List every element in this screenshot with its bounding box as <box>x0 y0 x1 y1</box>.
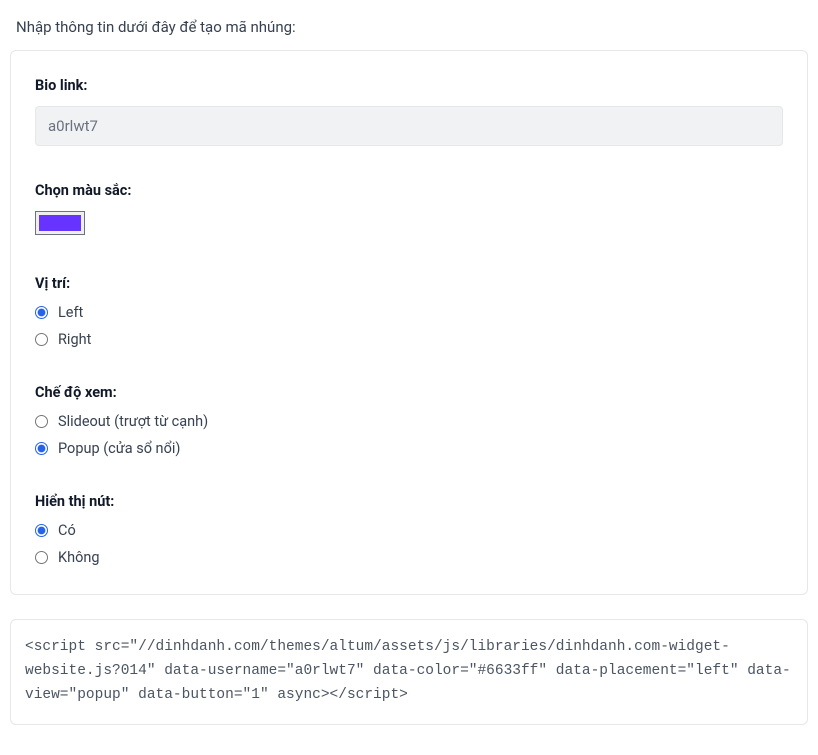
embed-code-output[interactable]: <script src="//dinhdanh.com/themes/altum… <box>10 619 808 725</box>
showbutton-group: Hiển thị nút: Có Không <box>35 493 783 566</box>
color-label: Chọn màu sắc: <box>35 182 783 199</box>
biolink-input[interactable] <box>35 106 783 146</box>
showbutton-no-radio[interactable] <box>35 551 48 564</box>
position-right-radio[interactable] <box>35 333 48 346</box>
viewmode-popup-radio[interactable] <box>35 442 48 455</box>
showbutton-label: Hiển thị nút: <box>35 493 783 510</box>
color-picker[interactable] <box>35 211 85 235</box>
viewmode-slideout-label[interactable]: Slideout (trượt từ cạnh) <box>58 413 208 430</box>
viewmode-popup-label[interactable]: Popup (cửa sổ nổi) <box>58 440 180 457</box>
color-group: Chọn màu sắc: <box>35 182 783 239</box>
viewmode-slideout-radio[interactable] <box>35 415 48 428</box>
viewmode-group: Chế độ xem: Slideout (trượt từ cạnh) Pop… <box>35 384 783 457</box>
position-right-label[interactable]: Right <box>58 331 91 348</box>
intro-text: Nhập thông tin dưới đây để tạo mã nhúng: <box>16 18 808 36</box>
showbutton-yes-radio[interactable] <box>35 524 48 537</box>
biolink-label: Bio link: <box>35 77 783 94</box>
viewmode-label: Chế độ xem: <box>35 384 783 401</box>
settings-card: Bio link: Chọn màu sắc: Vị trí: Left Rig… <box>10 50 808 595</box>
showbutton-yes-label[interactable]: Có <box>58 522 76 539</box>
position-group: Vị trí: Left Right <box>35 275 783 348</box>
showbutton-no-label[interactable]: Không <box>58 549 100 566</box>
position-left-radio[interactable] <box>35 306 48 319</box>
color-swatch <box>39 215 81 231</box>
position-left-label[interactable]: Left <box>58 304 83 321</box>
biolink-group: Bio link: <box>35 77 783 146</box>
position-label: Vị trí: <box>35 275 783 292</box>
